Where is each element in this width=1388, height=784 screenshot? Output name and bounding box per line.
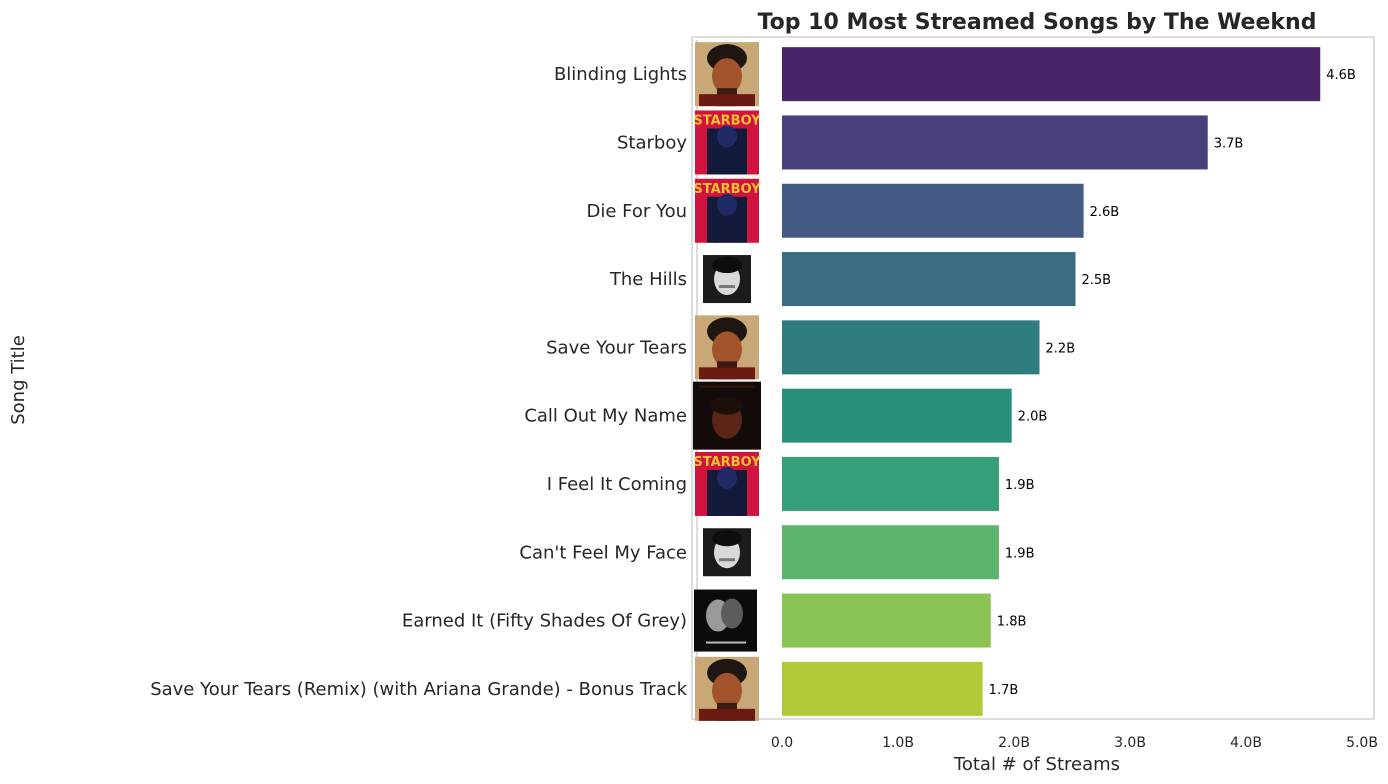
category-label: Can't Feel My Face (519, 542, 687, 563)
cover-head (717, 466, 737, 489)
bar (782, 661, 983, 716)
data-label: 1.9B (1005, 478, 1035, 493)
x-axis-label: Total # of Streams (953, 754, 1120, 775)
category-label: Save Your Tears (Remix) (with Ariana Gra… (150, 679, 687, 700)
cover-hair (712, 530, 742, 547)
x-tick-label: 5.0B (1346, 735, 1378, 751)
category-label: Starboy (617, 132, 687, 153)
bar (782, 47, 1321, 102)
cover-mouth (719, 285, 735, 289)
cover-suit (699, 94, 755, 107)
data-label: 4.6B (1326, 68, 1356, 83)
category-label: The Hills (609, 269, 687, 290)
category-label: Save Your Tears (546, 337, 687, 358)
data-label: 3.7B (1214, 136, 1244, 151)
data-label: 1.8B (997, 615, 1027, 630)
bar (782, 183, 1084, 238)
data-label: 1.7B (989, 683, 1019, 698)
x-tick-label: 4.0B (1230, 735, 1262, 751)
cover-title-line (706, 641, 746, 644)
x-tick-label: 1.0B (882, 735, 914, 751)
category-label: Blinding Lights (554, 64, 687, 85)
cover-suit (699, 367, 755, 380)
x-axis-ticks: 0.0 1.0B 2.0B 3.0B 4.0B 5.0B (771, 735, 1378, 751)
data-label: 2.0B (1018, 410, 1048, 425)
cover-title-line (699, 385, 755, 388)
category-label: Die For You (586, 201, 687, 222)
x-tick-label: 3.0B (1114, 735, 1146, 751)
data-label: 2.6B (1090, 205, 1120, 220)
chart: STARBOY STARBOY STARBOY Blinding Lights Sta… (8, 10, 1378, 775)
cover-logo: STARBOY (693, 113, 761, 128)
cover-head (717, 193, 737, 216)
y-axis-label: Song Title (8, 335, 29, 425)
data-label: 2.2B (1046, 341, 1076, 356)
cover-figure-right (721, 598, 743, 629)
x-tick-label: 2.0B (998, 735, 1030, 751)
bar (782, 252, 1076, 307)
cover-hair (711, 396, 743, 415)
category-label: Call Out My Name (524, 406, 687, 427)
chart-title: Top 10 Most Streamed Songs by The Weeknd (758, 10, 1317, 35)
bar (782, 115, 1208, 170)
cover-logo: STARBOY (693, 182, 761, 197)
bar (782, 320, 1040, 375)
data-label: 1.9B (1005, 546, 1035, 561)
x-tick-label: 0.0 (771, 735, 793, 751)
cover-hair (712, 257, 742, 274)
data-label: 2.5B (1081, 273, 1111, 288)
bar (782, 456, 999, 511)
category-label: Earned It (Fifty Shades Of Grey) (402, 611, 687, 632)
cover-logo: STARBOY (693, 455, 761, 470)
cover-suit (699, 708, 755, 721)
bar (782, 593, 991, 648)
category-label: I Feel It Coming (547, 474, 687, 495)
cover-mouth (719, 558, 735, 562)
bar (782, 388, 1012, 443)
category-labels: Blinding Lights Starboy Die For You The Hil… (150, 64, 687, 700)
cover-head (717, 125, 737, 148)
bar (782, 525, 999, 580)
